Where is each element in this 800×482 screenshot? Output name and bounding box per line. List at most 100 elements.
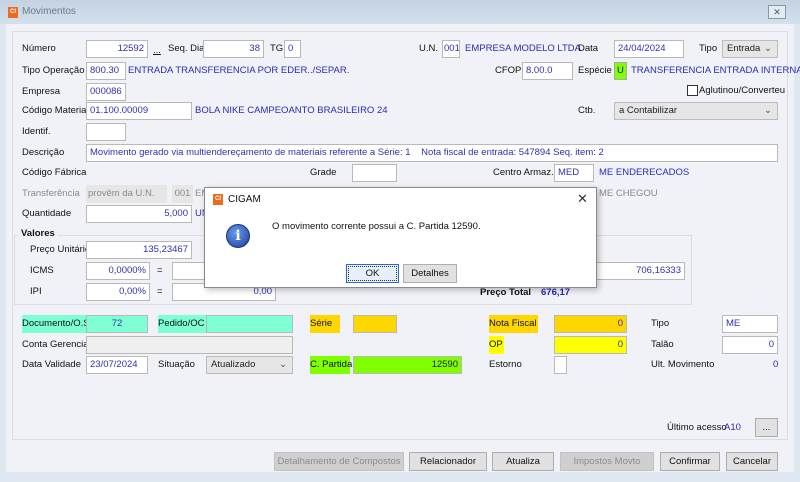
un-description: EMPRESA MODELO LTDA bbox=[465, 43, 581, 54]
tipo-doc-input[interactable]: ME bbox=[722, 315, 778, 333]
ctb-select[interactable]: a Contabilizar ⌄ bbox=[614, 102, 778, 120]
ipi-equals: = bbox=[157, 286, 163, 297]
tg-input[interactable]: 0 bbox=[284, 40, 301, 58]
window-title: Movimentos bbox=[22, 6, 76, 17]
data-validade-label: Data Validade bbox=[22, 359, 81, 370]
ult-movimento-label: Ult. Movimento bbox=[651, 359, 715, 370]
especie-input[interactable]: U bbox=[614, 62, 627, 80]
estorno-label: Estorno bbox=[489, 359, 522, 370]
empresa-label: Empresa bbox=[22, 86, 61, 97]
serie-label: Série bbox=[310, 315, 340, 333]
ultimo-acesso-button[interactable]: ... bbox=[755, 418, 778, 437]
documento-input[interactable]: 72 bbox=[86, 315, 148, 333]
empresa-input[interactable]: 000086 bbox=[86, 83, 126, 101]
nota-fiscal-input[interactable]: 0 bbox=[554, 315, 627, 333]
especie-label: Espécie bbox=[578, 65, 612, 76]
situacao-select[interactable]: Atualizado ⌄ bbox=[206, 356, 293, 374]
transferencia-destination: ME CHEGOU bbox=[599, 188, 658, 199]
descricao-input[interactable]: Movimento gerado via multiendereçamento … bbox=[86, 144, 778, 162]
aglutinou-label: Aglutinou/Converteu bbox=[699, 85, 786, 96]
valores-title: Valores bbox=[18, 228, 58, 239]
app-logo-icon: CI bbox=[8, 7, 18, 18]
window-close-button[interactable]: ✕ bbox=[768, 5, 786, 19]
op-label: OP bbox=[489, 336, 504, 354]
ipi-pct-input[interactable]: 0,00% bbox=[86, 283, 150, 301]
documento-label: Documento/O.S bbox=[22, 315, 92, 333]
atualiza-button[interactable]: Atualiza bbox=[492, 452, 554, 471]
tipo-select[interactable]: Entrada ⌄ bbox=[722, 40, 778, 58]
quantidade-label: Quantidade bbox=[22, 208, 72, 219]
ipi-label: IPI bbox=[30, 286, 42, 297]
codigo-material-label: Código Material bbox=[22, 105, 89, 116]
preco-unitario-label: Preço Unitário bbox=[30, 244, 91, 255]
especie-description: TRANSFERENCIA ENTRADA INTERNA bbox=[631, 65, 800, 76]
dialog-close-button[interactable]: ✕ bbox=[577, 191, 588, 207]
conta-gerencial-label: Conta Gerencial bbox=[22, 339, 91, 350]
grade-label: Grade bbox=[310, 167, 337, 178]
confirmar-button[interactable]: Confirmar bbox=[660, 452, 720, 471]
message-dialog: CI CIGAM ✕ i O movimento corrente possui… bbox=[204, 187, 597, 288]
ultimo-acesso-label: Último acesso bbox=[667, 422, 727, 433]
codigo-fabrica-label: Código Fábrica bbox=[22, 167, 87, 178]
grade-input[interactable] bbox=[352, 164, 397, 182]
situacao-label: Situação bbox=[158, 359, 195, 370]
valor-total-input[interactable]: 706,16333 bbox=[595, 262, 685, 280]
impostos-movto-button[interactable]: Impostos Movto bbox=[560, 452, 654, 471]
detalhamento-compostos-button[interactable]: Detalhamento de Compostos bbox=[274, 452, 404, 471]
ultimo-acesso-value: A10 bbox=[724, 422, 741, 433]
preco-unitario-input[interactable]: 135,23467 bbox=[86, 241, 192, 259]
centro-armaz-description: ME ENDERECADOS bbox=[599, 167, 690, 178]
seq-dia-input[interactable]: 38 bbox=[203, 40, 264, 58]
c-partida-input[interactable]: 12590 bbox=[353, 356, 462, 374]
icms-label: ICMS bbox=[30, 265, 54, 276]
op-input[interactable]: 0 bbox=[554, 336, 627, 354]
serie-input[interactable] bbox=[353, 315, 397, 333]
tipo-operacao-input[interactable]: 800.30 bbox=[86, 62, 126, 80]
transferencia-provem: provêm da U.N. bbox=[86, 185, 167, 203]
ult-movimento-value: 0 bbox=[773, 359, 779, 370]
icms-pct-input[interactable]: 0,0000% bbox=[86, 262, 150, 280]
quantidade-input[interactable]: 5,000 bbox=[86, 205, 192, 223]
centro-armaz-input[interactable]: MED bbox=[554, 164, 594, 182]
pedido-label: Pedido/OC bbox=[158, 315, 207, 333]
numero-input[interactable]: 12592 bbox=[86, 40, 148, 58]
descricao-label: Descrição bbox=[22, 147, 65, 158]
ctb-label: Ctb. bbox=[578, 105, 596, 116]
ctb-value: a Contabilizar bbox=[619, 105, 678, 116]
tipo-value: Entrada bbox=[727, 43, 761, 54]
codigo-material-input[interactable]: 01.100.00009 bbox=[86, 102, 192, 120]
cancelar-button[interactable]: Cancelar bbox=[726, 452, 778, 471]
transferencia-label: Transferência bbox=[22, 188, 80, 199]
data-validade-input[interactable]: 23/07/2024 bbox=[86, 356, 148, 374]
talao-input[interactable]: 0 bbox=[722, 336, 778, 354]
chevron-down-icon: ⌄ bbox=[764, 43, 772, 54]
tipo-label: Tipo bbox=[699, 43, 718, 54]
numero-label: Número bbox=[22, 43, 56, 54]
c-partida-label: C. Partida bbox=[310, 356, 352, 374]
ok-button[interactable]: OK bbox=[346, 264, 399, 283]
aglutinou-checkbox[interactable] bbox=[687, 85, 698, 96]
un-input[interactable]: 001 bbox=[442, 40, 460, 58]
title-bar: CI Movimentos ✕ bbox=[0, 0, 800, 24]
cfop-input[interactable]: 8.00.0 bbox=[522, 62, 573, 80]
cigam-logo-icon: CI bbox=[213, 194, 223, 205]
detalhes-button[interactable]: Detalhes bbox=[403, 264, 457, 283]
cfop-label: CFOP bbox=[495, 65, 522, 76]
numero-lookup-button[interactable]: ... bbox=[153, 42, 161, 60]
conta-gerencial-input[interactable] bbox=[86, 336, 293, 354]
data-input[interactable]: 24/04/2024 bbox=[614, 40, 684, 58]
chevron-down-icon: ⌄ bbox=[764, 105, 772, 116]
tipo-operacao-label: Tipo Operação bbox=[22, 65, 85, 76]
relacionador-button[interactable]: Relacionador bbox=[409, 452, 487, 471]
chevron-down-icon: ⌄ bbox=[279, 359, 287, 370]
transferencia-un: 001 bbox=[172, 185, 193, 203]
pedido-input[interactable] bbox=[206, 315, 293, 333]
identif-input[interactable] bbox=[86, 123, 126, 141]
dialog-message: O movimento corrente possui a C. Partida… bbox=[272, 221, 481, 232]
un-label: U.N. bbox=[419, 43, 438, 54]
dialog-title: CIGAM bbox=[228, 194, 261, 205]
estorno-checkbox[interactable] bbox=[554, 356, 567, 374]
codigo-material-description: BOLA NIKE CAMPEOANTO BRASILEIRO 24 bbox=[195, 105, 388, 116]
nota-fiscal-label: Nota Fiscal bbox=[489, 315, 538, 333]
talao-label: Talão bbox=[651, 339, 674, 350]
